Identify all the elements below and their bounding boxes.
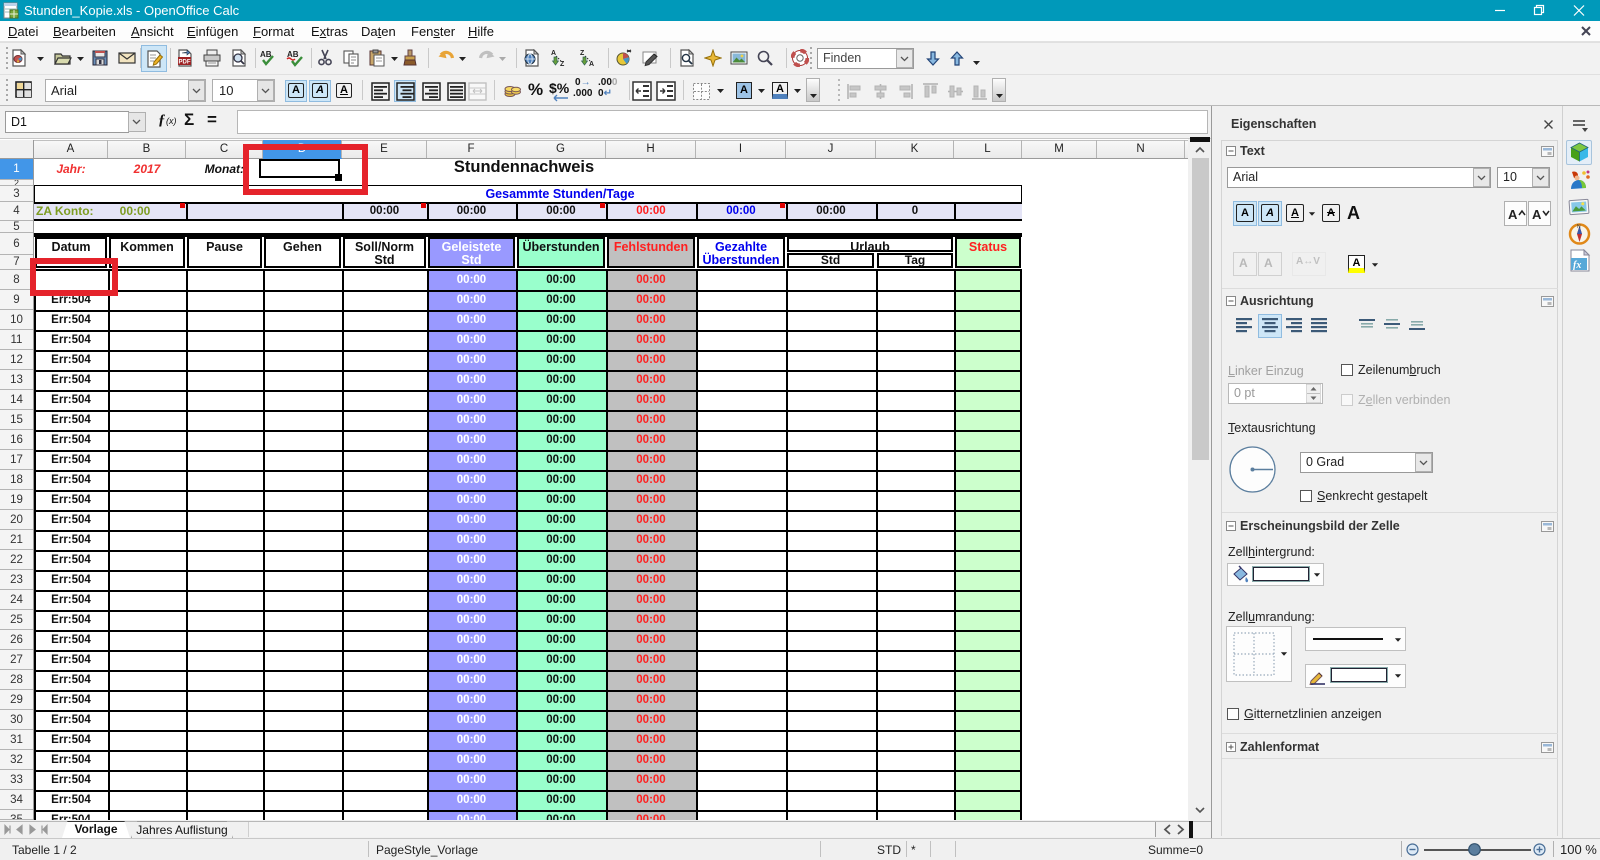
svg-text:fx: fx bbox=[1573, 260, 1581, 271]
svg-text:Z: Z bbox=[580, 50, 585, 57]
svg-text:Z: Z bbox=[560, 61, 565, 67]
svg-text:PDF: PDF bbox=[179, 60, 191, 66]
svg-text:N: N bbox=[1577, 224, 1581, 230]
svg-text:A: A bbox=[1532, 207, 1542, 222]
svg-text:A: A bbox=[551, 50, 556, 57]
svg-text:A: A bbox=[1508, 207, 1518, 222]
svg-text:A: A bbox=[589, 61, 594, 67]
